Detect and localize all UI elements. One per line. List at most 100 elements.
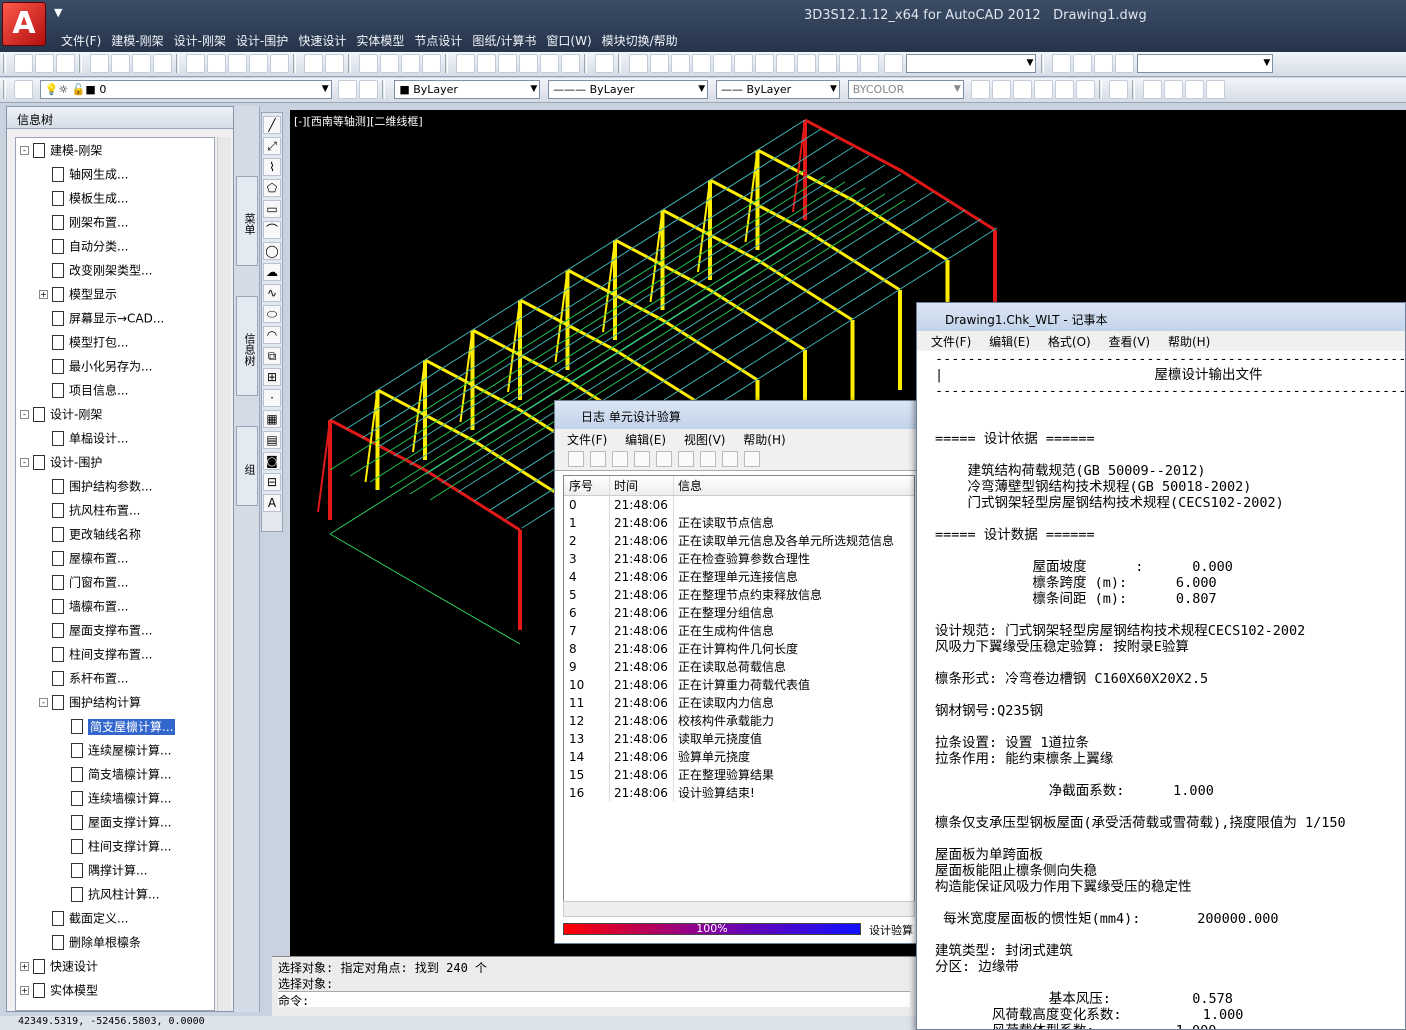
menu-module-help[interactable]: 模块切换/帮助: [601, 32, 687, 49]
tree-item[interactable]: 抗风柱计算...: [16, 882, 214, 906]
column-header-time[interactable]: 时间: [610, 476, 674, 495]
view-left-icon[interactable]: [691, 54, 711, 73]
collapse-icon[interactable]: -: [20, 410, 29, 419]
gradient-icon[interactable]: ▤: [263, 431, 281, 449]
menu-drawings[interactable]: 图纸/计算书: [471, 32, 545, 49]
ellipse-icon[interactable]: ⬭: [263, 305, 281, 323]
list-icon[interactable]: [1185, 80, 1205, 99]
point-icon[interactable]: ·: [263, 389, 281, 407]
menu-design-enclosure[interactable]: 设计-围护: [235, 32, 297, 49]
menu-model-frame[interactable]: 建模-刚架: [110, 32, 172, 49]
layer-manager-icon[interactable]: [13, 80, 33, 99]
save-icon[interactable]: [612, 451, 628, 467]
ucs-combo[interactable]: ▼: [906, 54, 1037, 73]
menu-window[interactable]: 窗口(W): [545, 32, 600, 49]
sphere-gray-icon[interactable]: [1054, 80, 1074, 99]
undo-icon[interactable]: [304, 54, 324, 73]
fly-icon[interactable]: [1115, 54, 1135, 73]
menu-quick-design[interactable]: 快速设计: [297, 32, 355, 49]
menu-solid-model[interactable]: 实体模型: [355, 32, 413, 49]
paste-icon[interactable]: [678, 451, 694, 467]
expand-icon[interactable]: +: [39, 290, 48, 299]
rectangle-icon[interactable]: ▭: [263, 200, 281, 218]
mtext-icon[interactable]: A: [263, 494, 281, 512]
help-icon[interactable]: [722, 451, 738, 467]
log-menu-view[interactable]: 视图(V): [684, 433, 726, 447]
tree-item[interactable]: 屋面支撑计算...: [16, 810, 214, 834]
tree-item[interactable]: 系杆布置...: [16, 666, 214, 690]
print-preview-icon[interactable]: [110, 54, 130, 73]
redo-icon[interactable]: [325, 54, 345, 73]
application-menu-button[interactable]: A: [2, 2, 46, 46]
zoom-previous-icon[interactable]: [422, 54, 442, 73]
command-input[interactable]: 命令:: [278, 991, 910, 1008]
tree-item[interactable]: 屋面支撑布置...: [16, 618, 214, 642]
tree-item[interactable]: 墙檩布置...: [16, 594, 214, 618]
orbit-pan-icon[interactable]: [1052, 54, 1072, 73]
view-nw-icon[interactable]: [838, 54, 858, 73]
tree-item[interactable]: 删除单根檩条: [16, 930, 214, 954]
copy-icon[interactable]: [207, 54, 227, 73]
tree-item[interactable]: 门窗布置...: [16, 570, 214, 594]
expand-icon[interactable]: +: [20, 962, 29, 971]
ucs-icon[interactable]: [884, 54, 904, 73]
construction-line-icon[interactable]: ⤢: [263, 137, 281, 155]
save-icon[interactable]: [55, 54, 75, 73]
log-row[interactable]: 7 21:48:06 正在生成构件信息: [564, 622, 914, 640]
camera-icon[interactable]: [859, 54, 879, 73]
notepad-menu-help[interactable]: 帮助(H): [1168, 335, 1210, 349]
log-row[interactable]: 14 21:48:06 验算单元挠度: [564, 748, 914, 766]
tree-item[interactable]: 简支墙檩计算...: [16, 762, 214, 786]
log-row[interactable]: 4 21:48:06 正在整理单元连接信息: [564, 568, 914, 586]
log-row[interactable]: 12 21:48:06 校核构件承载能力: [564, 712, 914, 730]
menu-design-frame[interactable]: 设计-刚架: [173, 32, 235, 49]
new-icon[interactable]: [568, 451, 584, 467]
visual-style-icon[interactable]: [991, 80, 1011, 99]
copy-icon[interactable]: [656, 451, 672, 467]
arc-icon[interactable]: ⌒: [263, 221, 281, 239]
tree-item[interactable]: 屏幕显示→CAD...: [16, 306, 214, 330]
notepad-text-area[interactable]: ----------------------------------------…: [935, 351, 1405, 1029]
layer-combo[interactable]: 💡☼ 🔓■ 0 ▼: [39, 80, 332, 99]
log-row[interactable]: 5 21:48:06 正在整理节点约束释放信息: [564, 586, 914, 604]
id-point-icon[interactable]: [1206, 80, 1226, 99]
log-row[interactable]: 8 21:48:06 正在计算构件几何长度: [564, 640, 914, 658]
sheet-set-icon[interactable]: [518, 54, 538, 73]
markup-icon[interactable]: [539, 54, 559, 73]
tree-item[interactable]: 连续屋檩计算...: [16, 738, 214, 762]
quick-access-dropdown-icon[interactable]: ▼: [54, 6, 62, 19]
tab-group[interactable]: 组: [236, 426, 258, 506]
log-menu-help[interactable]: 帮助(H): [743, 433, 785, 447]
log-row[interactable]: 1 21:48:06 正在读取节点信息: [564, 514, 914, 532]
tree-item[interactable]: 屋檩布置...: [16, 546, 214, 570]
tab-menu[interactable]: 菜单: [236, 176, 258, 266]
tree-item[interactable]: 模型打包...: [16, 330, 214, 354]
view-bottom-icon[interactable]: [670, 54, 690, 73]
print-icon[interactable]: [700, 451, 716, 467]
log-row[interactable]: 10 21:48:06 正在计算重力荷载代表值: [564, 676, 914, 694]
tree-item[interactable]: 围护结构参数...: [16, 474, 214, 498]
render-icon[interactable]: [970, 80, 990, 99]
notepad-menu-file[interactable]: 文件(F): [931, 335, 971, 349]
log-row[interactable]: 11 21:48:06 正在读取内力信息: [564, 694, 914, 712]
tree-item[interactable]: 简支屋檩计算...: [16, 714, 214, 738]
insert-block-icon[interactable]: ⧉: [263, 347, 281, 365]
lineweight-combo[interactable]: —— ByLayer ▼: [715, 80, 840, 99]
log-horizontal-scrollbar[interactable]: [563, 901, 915, 917]
log-row[interactable]: 3 21:48:06 正在检查验算参数合理性: [564, 550, 914, 568]
match-properties-icon[interactable]: [270, 54, 290, 73]
orbit-icon[interactable]: [1073, 54, 1093, 73]
column-header-info[interactable]: 信息: [674, 476, 914, 495]
revision-cloud-icon[interactable]: ☁: [263, 263, 281, 281]
log-row[interactable]: 15 21:48:06 正在整理验算结果: [564, 766, 914, 784]
view-back-icon[interactable]: [754, 54, 774, 73]
workspace-combo[interactable]: ▼: [1137, 54, 1274, 73]
layer-state-icon[interactable]: [1109, 80, 1129, 99]
ellipse-arc-icon[interactable]: ◠: [263, 326, 281, 344]
tree-item[interactable]: 截面定义...: [16, 906, 214, 930]
tree-item[interactable]: 单榀设计...: [16, 426, 214, 450]
tree-item[interactable]: 项目信息...: [16, 378, 214, 402]
sphere-blue-icon[interactable]: [1033, 80, 1053, 99]
tool-palettes-icon[interactable]: [497, 54, 517, 73]
print-icon[interactable]: [89, 54, 109, 73]
